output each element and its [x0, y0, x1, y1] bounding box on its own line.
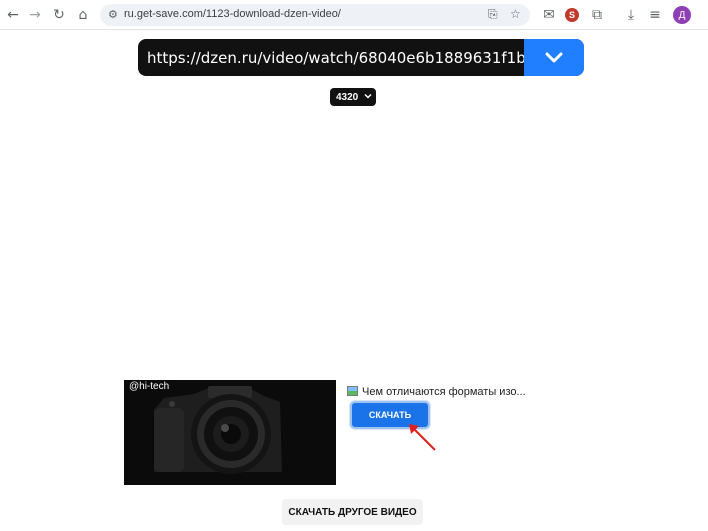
video-title-text: Чем отличаются форматы изо... — [362, 386, 526, 398]
forward-icon[interactable]: → — [24, 4, 46, 26]
reload-icon[interactable]: ↻ — [48, 4, 70, 26]
chevron-down-icon — [364, 93, 372, 99]
site-info-icon[interactable]: ⚙ — [108, 8, 118, 21]
avatar[interactable]: Д — [673, 6, 691, 24]
address-bar-url[interactable]: ru.get-save.com/1123-download-dzen-video… — [124, 8, 341, 20]
annotation-arrow-icon — [409, 424, 436, 451]
video-title: Чем отличаются форматы изо... — [347, 386, 526, 398]
video-thumbnail: @hi-tech — [124, 380, 336, 485]
install-icon[interactable]: ⎘ — [488, 7, 498, 22]
chevron-down-icon — [545, 52, 563, 62]
extension-icon[interactable]: S — [565, 8, 579, 22]
reading-list-icon[interactable]: ≡ — [644, 4, 666, 26]
video-url-form: https://dzen.ru/video/watch/68040e6b1889… — [138, 39, 584, 76]
camera-image — [124, 380, 336, 485]
video-url-input[interactable]: https://dzen.ru/video/watch/68040e6b1889… — [147, 49, 550, 67]
channel-label: @hi-tech — [129, 381, 170, 392]
home-icon[interactable]: ⌂ — [72, 4, 94, 26]
bookmark-star-icon[interactable]: ☆ — [510, 7, 521, 21]
download-icon[interactable]: ⤓ — [620, 4, 642, 26]
address-bar[interactable]: ⚙ ru.get-save.com/1123-download-dzen-vid… — [100, 4, 530, 26]
browser-toolbar: ← → ↻ ⌂ ⚙ ru.get-save.com/1123-download-… — [0, 0, 708, 30]
puzzle-icon[interactable]: ⧉ — [586, 4, 608, 26]
download-other-video-button[interactable]: СКАЧАТЬ ДРУГОЕ ВИДЕО — [282, 499, 423, 525]
submit-button[interactable] — [524, 39, 584, 76]
picture-icon — [347, 386, 358, 396]
back-icon[interactable]: ← — [2, 4, 24, 26]
mail-icon[interactable]: ✉ — [538, 4, 560, 26]
quality-value: 4320 — [336, 91, 359, 103]
quality-select[interactable]: 4320 — [330, 88, 376, 106]
